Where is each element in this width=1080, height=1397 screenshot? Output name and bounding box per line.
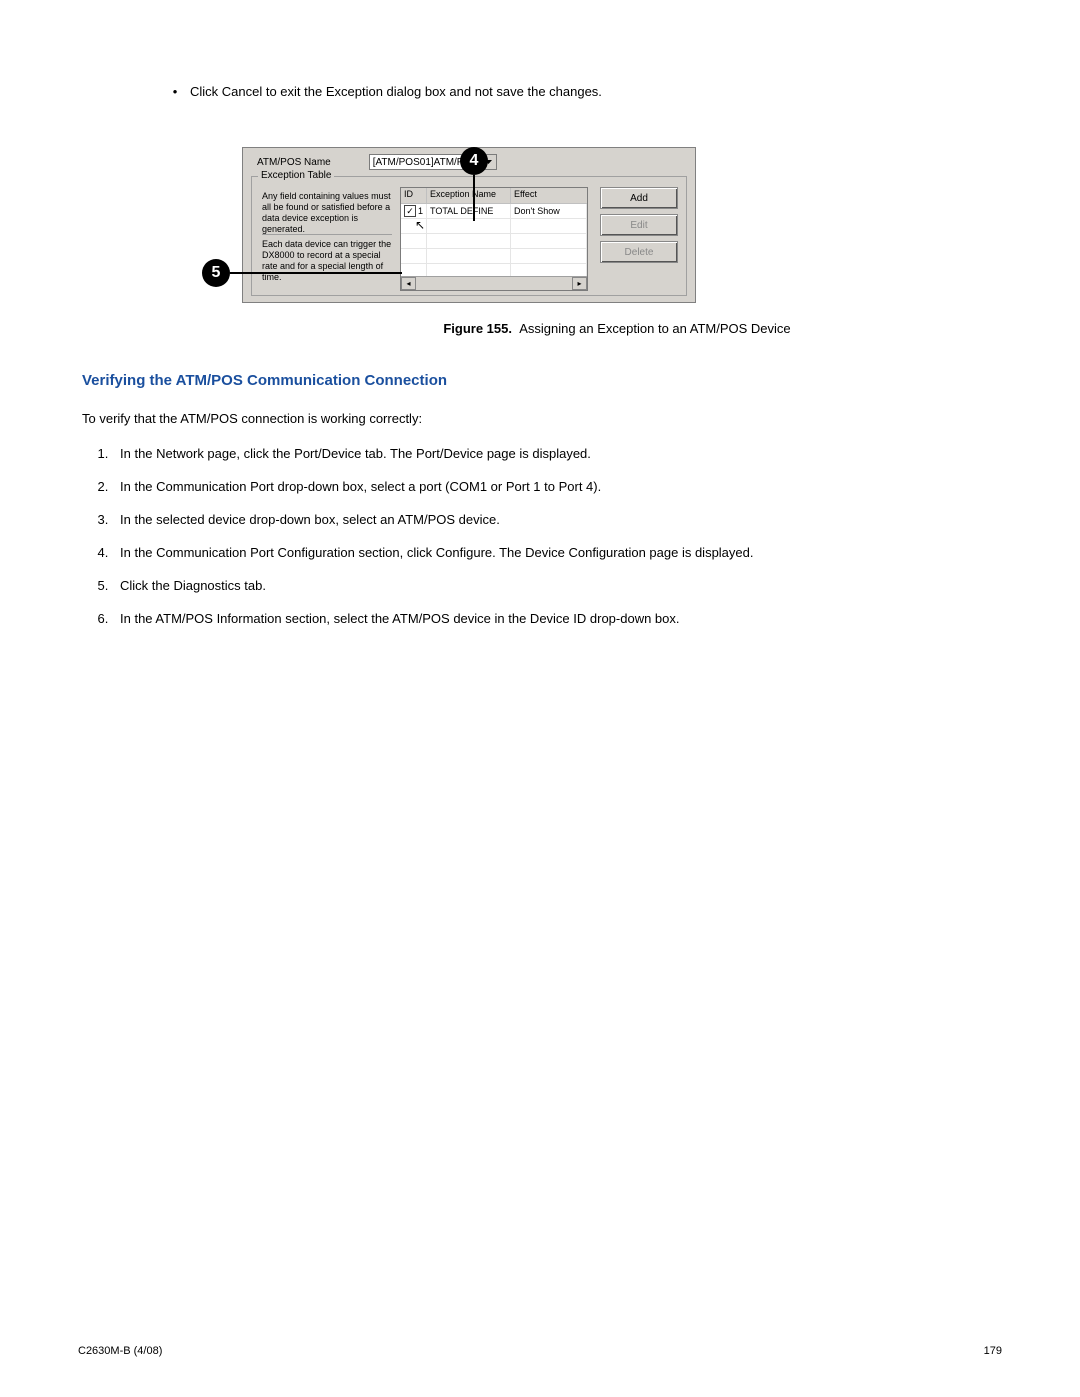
figure-caption: Figure 155. Assigning an Exception to an… bbox=[282, 321, 952, 336]
cell-id: 1 bbox=[418, 206, 423, 216]
table-header: ID Exception Name Effect bbox=[401, 188, 587, 204]
col-header-id[interactable]: ID bbox=[401, 188, 427, 203]
help-text-1: Any field containing values must all be … bbox=[262, 191, 392, 235]
help-text-2: Each data device can trigger the DX8000 … bbox=[262, 239, 392, 283]
cell-name: TOTAL DEFINE bbox=[427, 204, 511, 218]
step-item: In the Communication Port drop-down box,… bbox=[112, 479, 1002, 494]
edit-button[interactable]: Edit bbox=[600, 214, 678, 236]
callout-4: 4 bbox=[460, 147, 488, 175]
groupbox-label: Exception Table bbox=[258, 170, 334, 181]
col-header-name[interactable]: Exception Name bbox=[427, 188, 511, 203]
steps-list: In the Network page, click the Port/Devi… bbox=[112, 446, 1002, 626]
figure-155: 4 5 ATM/POS Name [ATM/POS01]ATM/POS01 Ex… bbox=[242, 147, 952, 336]
bullet-text: Click Cancel to exit the Exception dialo… bbox=[190, 84, 602, 99]
help-divider bbox=[262, 234, 392, 235]
step-item: In the selected device drop-down box, se… bbox=[112, 512, 1002, 527]
callout-5-line bbox=[230, 272, 402, 274]
atm-pos-name-label: ATM/POS Name bbox=[257, 157, 331, 168]
cell-effect: Don't Show bbox=[511, 204, 587, 218]
step-item: In the ATM/POS Information section, sele… bbox=[112, 611, 1002, 626]
col-header-effect[interactable]: Effect bbox=[511, 188, 587, 203]
scroll-right-icon[interactable]: ▸ bbox=[572, 277, 587, 290]
intro-text: To verify that the ATM/POS connection is… bbox=[82, 411, 1002, 426]
horizontal-scrollbar[interactable]: ◂ ▸ bbox=[401, 276, 587, 290]
exception-table: ID Exception Name Effect ✓ 1 TOTAL DEFIN… bbox=[400, 187, 588, 291]
step-item: In the Network page, click the Port/Devi… bbox=[112, 446, 1002, 461]
delete-button[interactable]: Delete bbox=[600, 241, 678, 263]
bullet-marker: • bbox=[160, 84, 190, 99]
row-checkbox[interactable]: ✓ bbox=[404, 205, 416, 217]
exception-table-groupbox: Exception Table Any field containing val… bbox=[251, 176, 687, 296]
table-row[interactable] bbox=[401, 234, 587, 249]
section-heading: Verifying the ATM/POS Communication Conn… bbox=[82, 372, 1002, 389]
table-row[interactable]: ✓ 1 TOTAL DEFINE Don't Show bbox=[401, 204, 587, 219]
footer-page-number: 179 bbox=[984, 1345, 1002, 1357]
callout-4-line bbox=[473, 175, 475, 221]
step-item: In the Communication Port Configuration … bbox=[112, 545, 1002, 560]
table-row[interactable] bbox=[401, 249, 587, 264]
scroll-left-icon[interactable]: ◂ bbox=[401, 277, 416, 290]
step-item: Click the Diagnostics tab. bbox=[112, 578, 1002, 593]
page-footer: C2630M-B (4/08) 179 bbox=[78, 1345, 1002, 1357]
bullet-item: • Click Cancel to exit the Exception dia… bbox=[160, 84, 1002, 99]
add-button[interactable]: Add bbox=[600, 187, 678, 209]
footer-docid: C2630M-B (4/08) bbox=[78, 1345, 162, 1357]
callout-5: 5 bbox=[202, 259, 230, 287]
table-row[interactable] bbox=[401, 219, 587, 234]
